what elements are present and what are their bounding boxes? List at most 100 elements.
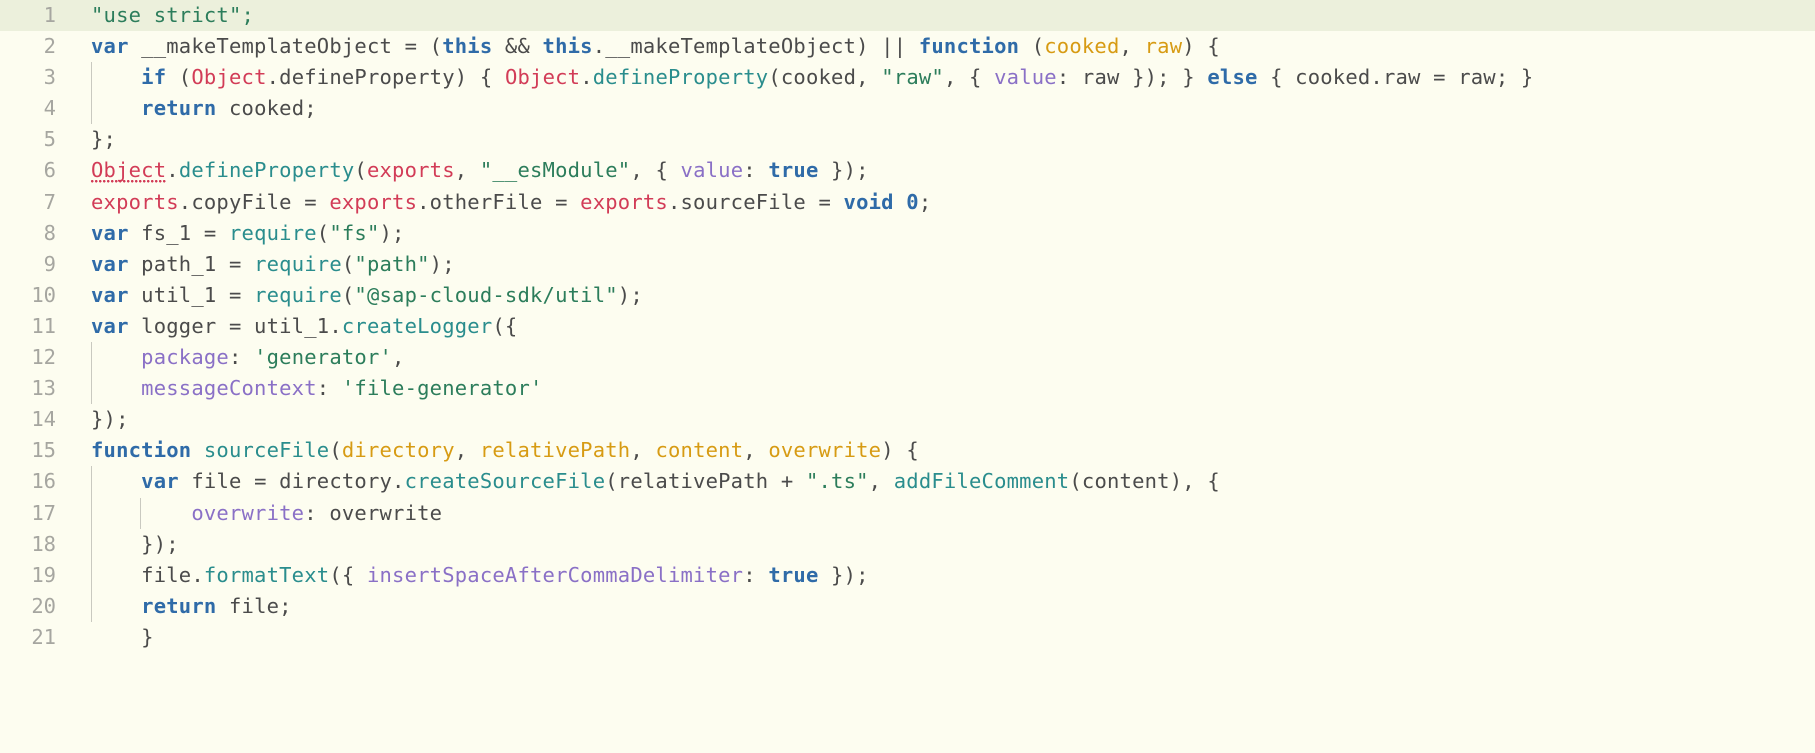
line-content[interactable]: overwrite: overwrite	[78, 497, 1815, 529]
token-plain: });	[818, 158, 869, 183]
code-line[interactable]: 9 var path_1 = require("path");	[0, 249, 1815, 280]
line-content[interactable]: function sourceFile(directory, relativeP…	[78, 435, 1815, 466]
code-line[interactable]: 5 };	[0, 124, 1815, 155]
code-line[interactable]: 7 exports.copyFile = exports.otherFile =…	[0, 187, 1815, 218]
line-content[interactable]: var __makeTemplateObject = (this && this…	[78, 31, 1815, 62]
token-plain: file;	[216, 593, 292, 618]
line-content[interactable]: });	[78, 528, 1815, 560]
code-line[interactable]: 1 "use strict";	[0, 0, 1815, 32]
token-plain: :	[743, 158, 769, 183]
token-keyword: var	[91, 313, 129, 338]
token-plain: util_1 =	[128, 282, 255, 307]
line-content[interactable]: if (Object.defineProperty) { Object.defi…	[78, 62, 1815, 94]
token-plain: (	[166, 65, 192, 90]
token-plain: ,	[454, 438, 480, 463]
code-line[interactable]: 15 function sourceFile(directory, relati…	[0, 435, 1815, 466]
token-plain: (	[341, 251, 355, 276]
line-content[interactable]: var file = directory.createSourceFile(re…	[78, 466, 1815, 498]
code-editor[interactable]: 1 "use strict"; 2 var __makeTemplateObje…	[0, 0, 1815, 753]
token-keyword: var	[91, 220, 129, 245]
code-line[interactable]: 21 }	[0, 622, 1815, 653]
code-line[interactable]: 12 package: 'generator',	[0, 342, 1815, 374]
line-content[interactable]: messageContext: 'file-generator'	[78, 373, 1815, 405]
token-keyword: return	[141, 593, 217, 618]
line-content[interactable]: };	[78, 124, 1815, 155]
token-identifier-error: Object	[91, 158, 167, 185]
code-line[interactable]: 3 if (Object.defineProperty) { Object.de…	[0, 62, 1815, 94]
token-function: defineProperty	[178, 158, 355, 183]
token-keyword: function	[91, 438, 192, 463]
token-identifier: Object	[504, 65, 581, 90]
indent-guide	[91, 466, 92, 498]
code-line[interactable]: 4 return cooked;	[0, 93, 1815, 125]
token-plain: ) {	[881, 438, 919, 463]
code-line[interactable]: 11 var logger = util_1.createLogger({	[0, 311, 1815, 342]
token-keyword: this	[442, 34, 493, 59]
line-content[interactable]: return cooked;	[78, 93, 1815, 125]
line-number: 3	[43, 65, 56, 90]
code-line[interactable]: 14 });	[0, 404, 1815, 435]
line-content[interactable]: });	[78, 404, 1815, 435]
line-content[interactable]: }	[78, 622, 1815, 653]
code-line[interactable]: 16 var file = directory.createSourceFile…	[0, 466, 1815, 498]
code-line[interactable]: 19 file.formatText({ insertSpaceAfterCom…	[0, 559, 1815, 591]
line-number: 16	[31, 469, 56, 494]
token-plain: , {	[943, 65, 995, 90]
token-parameter: directory	[341, 438, 455, 463]
token-plain: :	[228, 345, 255, 370]
code-line[interactable]: 8 var fs_1 = require("fs");	[0, 218, 1815, 249]
token-keyword: var	[91, 34, 129, 59]
token-parameter: cooked	[1044, 34, 1120, 59]
token-keyword: var	[141, 469, 179, 494]
token-plain: .__makeTemplateObject) ||	[592, 34, 919, 59]
code-line[interactable]: 13 messageContext: 'file-generator'	[0, 373, 1815, 405]
token-plain: }	[91, 624, 154, 649]
code-line[interactable]: 17 overwrite: overwrite	[0, 497, 1815, 529]
line-content[interactable]: file.formatText({ insertSpaceAfterCommaD…	[78, 559, 1815, 591]
token-plain: .	[166, 158, 179, 183]
token-plain: (	[354, 158, 367, 183]
token-plain: cooked;	[216, 96, 317, 121]
token-string: "@sap-cloud-sdk/util"	[354, 282, 618, 307]
token-property: messageContext	[141, 376, 317, 401]
token-plain: };	[91, 127, 117, 152]
token-plain: , {	[630, 158, 681, 183]
token-plain: : overwrite	[304, 500, 443, 525]
code-line[interactable]: 2 var __makeTemplateObject = (this && th…	[0, 31, 1815, 62]
token-function: require	[254, 282, 342, 307]
line-content[interactable]: var util_1 = require("@sap-cloud-sdk/uti…	[78, 280, 1815, 311]
token-plain: path_1 =	[128, 251, 255, 276]
code-line[interactable]: 18 });	[0, 528, 1815, 560]
token-plain: ,	[630, 438, 656, 463]
line-number: 5	[43, 127, 56, 152]
code-line[interactable]: 6 Object.defineProperty(exports, "__esMo…	[0, 155, 1815, 186]
indent-guide	[91, 497, 92, 529]
code-line[interactable]: 10 var util_1 = require("@sap-cloud-sdk/…	[0, 280, 1815, 311]
line-content[interactable]: var logger = util_1.createLogger({	[78, 311, 1815, 342]
token-property: overwrite	[191, 500, 305, 525]
line-content[interactable]: var fs_1 = require("fs");	[78, 218, 1815, 249]
line-content[interactable]: Object.defineProperty(exports, "__esModu…	[78, 155, 1815, 186]
line-content[interactable]: package: 'generator',	[78, 342, 1815, 374]
token-plain: ,	[743, 438, 769, 463]
line-content[interactable]: var path_1 = require("path");	[78, 249, 1815, 280]
token-identifier: Object	[191, 65, 267, 90]
token-plain: });	[91, 407, 129, 432]
line-content[interactable]: return file;	[78, 590, 1815, 622]
token-keyword: return	[141, 96, 217, 121]
code-line[interactable]: 20 return file;	[0, 590, 1815, 622]
line-content[interactable]: exports.copyFile = exports.otherFile = e…	[78, 187, 1815, 218]
token-property: value	[994, 65, 1057, 90]
token-plain: __makeTemplateObject = (	[128, 34, 443, 59]
indent-guide	[91, 373, 92, 405]
token-string: "fs"	[329, 220, 380, 245]
line-number: 15	[31, 438, 56, 463]
indent-guide	[91, 93, 92, 125]
token-plain: .sourceFile =	[667, 189, 844, 214]
token-function: formatText	[203, 562, 330, 587]
line-content[interactable]: "use strict";	[78, 0, 1815, 31]
token-plain: );	[379, 220, 405, 245]
